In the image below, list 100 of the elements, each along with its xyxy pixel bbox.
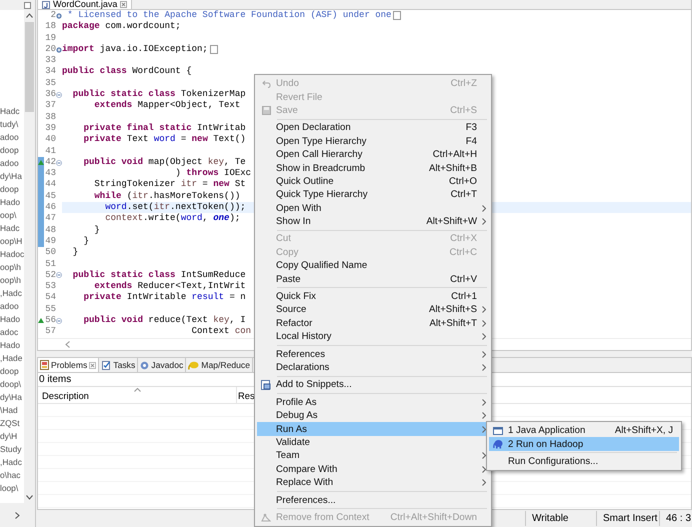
menu-item[interactable]: Debug As: [257, 408, 489, 422]
tree-item[interactable]: ,Hadc: [0, 287, 24, 300]
code-line: }: [72, 247, 78, 259]
tree-item[interactable]: \Had: [0, 404, 24, 417]
tree-item[interactable]: oop\: [0, 209, 24, 222]
tree-item[interactable]: oop\h: [0, 261, 24, 274]
scroll-down-icon[interactable]: [26, 495, 33, 500]
menu-item[interactable]: Local History: [257, 330, 489, 344]
tree-item[interactable]: loop\: [0, 482, 24, 495]
line-number: 46: [45, 202, 56, 214]
tree-item[interactable]: adoc: [0, 326, 24, 339]
tree-item[interactable]: dy\Ha: [0, 391, 24, 404]
menu-item[interactable]: Refactor Alt+Shift+T: [257, 316, 489, 330]
folded-code-icon[interactable]: [210, 45, 218, 54]
panel-tab[interactable]: Map/Reduce: [186, 358, 254, 372]
menu-item[interactable]: Open Type Hierarchy F4: [257, 134, 489, 148]
menu-item[interactable]: 2 Run on Hadoop: [489, 437, 679, 451]
menu-item[interactable]: Team: [257, 449, 489, 463]
tree-item[interactable]: adoo: [0, 300, 24, 313]
tree-item[interactable]: ZQSt: [0, 417, 24, 430]
menu-item[interactable]: Show In Alt+Shift+W: [257, 214, 489, 228]
line-number: 45: [45, 190, 56, 202]
tree-item[interactable]: ,Hade: [0, 352, 24, 365]
tree-item[interactable]: Hadc: [0, 222, 24, 235]
menu-item[interactable]: Open With: [257, 202, 489, 215]
tree-item[interactable]: tudy\: [0, 118, 24, 131]
tree-item[interactable]: dy\H: [0, 430, 24, 443]
menu-item[interactable]: Open Declaration F3: [257, 121, 489, 135]
code-line: }: [93, 224, 100, 236]
line-number: 20: [45, 44, 56, 56]
code-line: public class WordCount {: [62, 66, 192, 78]
panel-tab[interactable]: Problems: [38, 358, 100, 372]
tree-item[interactable]: Hado: [0, 313, 24, 326]
panel-tab[interactable]: Javadoc: [138, 358, 186, 372]
tree-item[interactable]: dy\Ha: [0, 170, 24, 183]
close-icon[interactable]: [89, 362, 96, 368]
line-number: 18: [45, 21, 56, 33]
panel-tab[interactable]: Tasks: [99, 358, 138, 372]
menu-item[interactable]: 1 Java Application Alt+Shift+X, J: [489, 424, 679, 438]
menu-item[interactable]: Compare With: [257, 462, 489, 476]
tree-item[interactable]: Hadc: [0, 105, 24, 118]
line-number: 34: [45, 66, 56, 78]
scroll-left-icon[interactable]: [65, 341, 70, 348]
menu-item[interactable]: Validate: [257, 436, 489, 450]
menu-item[interactable]: Profile As: [257, 396, 489, 409]
menu-item[interactable]: Preferences...: [257, 493, 489, 507]
status-field: 46 : 3: [659, 511, 692, 526]
tasks-icon: [101, 360, 112, 370]
collapse-icon[interactable]: [56, 318, 62, 324]
menu-item[interactable]: References: [257, 347, 489, 361]
editor-tab[interactable]: WordCount.java: [38, 0, 132, 9]
tree-item[interactable]: Hado: [0, 196, 24, 209]
vertical-scrollbar[interactable]: [24, 10, 35, 503]
column-header[interactable]: Description: [38, 387, 237, 403]
snippet-icon: [261, 380, 271, 390]
context-icon: [261, 512, 271, 522]
line-number: 55: [45, 304, 56, 316]
status-field: Smart Insert: [596, 511, 659, 526]
menu-item[interactable]: Replace With: [257, 476, 489, 490]
line-number: 37: [45, 100, 56, 112]
code-line: public void reduce(Text key, I: [82, 315, 246, 326]
menu-item[interactable]: Open Call Hierarchy Ctrl+Alt+H: [257, 148, 489, 162]
code-line: private Text word = new Text(): [82, 134, 246, 146]
collapse-icon[interactable]: [56, 92, 62, 98]
tree-item[interactable]: doop: [0, 144, 24, 157]
tree-item[interactable]: Hado: [0, 339, 24, 352]
expand-icon[interactable]: [56, 12, 62, 19]
menu-item[interactable]: Run Configurations...: [489, 454, 679, 468]
folded-code-icon[interactable]: [393, 11, 402, 20]
menu-item[interactable]: Run As: [257, 422, 489, 436]
tree-item[interactable]: doop: [0, 365, 24, 378]
menu-item[interactable]: Quick Fix Ctrl+1: [257, 290, 489, 304]
tree-item[interactable]: adoo: [0, 157, 24, 170]
tree-item[interactable]: doop: [0, 183, 24, 196]
scroll-up-icon[interactable]: [26, 13, 33, 18]
collapse-icon[interactable]: [56, 272, 62, 278]
tree-item[interactable]: Study: [0, 443, 24, 456]
scrollbar-thumb[interactable]: [25, 22, 34, 112]
menu-item[interactable]: Show in Breadcrumb Alt+Shift+B: [257, 161, 489, 175]
expand-icon[interactable]: [56, 46, 62, 53]
minimize-icon[interactable]: [24, 2, 31, 8]
scroll-right-icon[interactable]: [15, 512, 20, 518]
menu-item[interactable]: Declarations: [257, 360, 489, 374]
menu-item[interactable]: Quick Type Hierarchy Ctrl+T: [257, 188, 489, 202]
tree-item[interactable]: oop\h: [0, 274, 24, 287]
menu-item[interactable]: Quick Outline Ctrl+O: [257, 174, 489, 188]
tree-item[interactable]: o\hac: [0, 469, 24, 482]
tree-item[interactable]: adoo: [0, 131, 24, 144]
tree-item[interactable]: ,Hadc: [0, 456, 24, 469]
tree-item[interactable]: oop\H: [0, 235, 24, 248]
menu-item[interactable]: Source Alt+Shift+S: [257, 303, 489, 317]
menu-item[interactable]: Copy Qualified Name: [257, 259, 489, 272]
collapse-icon[interactable]: [56, 160, 62, 166]
tree-item[interactable]: doop\: [0, 378, 24, 391]
code-line: while (itr.hasMoreTokens()): [93, 190, 240, 202]
tree-item[interactable]: Hadoc: [0, 248, 24, 261]
menu-item[interactable]: Paste Ctrl+V: [257, 272, 489, 286]
save-icon: [262, 106, 270, 115]
close-icon[interactable]: [120, 1, 128, 8]
line-number: 49: [45, 236, 56, 248]
